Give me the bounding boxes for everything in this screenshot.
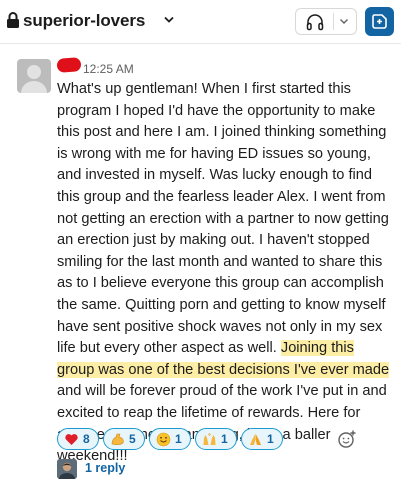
channel-header: superior-lovers [0, 0, 401, 44]
message-text: What's up gentleman! When I first starte… [57, 79, 395, 468]
smiling-face-icon [156, 432, 171, 447]
reaction-smiling-face[interactable]: 1 [149, 428, 191, 450]
reaction-count: 1 [267, 432, 274, 446]
reaction-count: 1 [221, 432, 228, 446]
lock-icon [7, 12, 19, 28]
message-timestamp[interactable]: 12:25 AM [83, 62, 134, 76]
heart-icon [65, 434, 78, 445]
reply-avatar[interactable] [57, 459, 77, 479]
huddle-button-group [295, 8, 357, 35]
reaction-heart[interactable]: 8 [57, 428, 99, 450]
reaction-count: 5 [129, 432, 136, 446]
headphones-icon[interactable] [305, 13, 325, 31]
chevron-down-icon[interactable] [339, 18, 349, 25]
thread-reply-link[interactable]: 1 reply [85, 461, 125, 475]
add-reaction-icon[interactable] [337, 429, 357, 449]
message-text-part: What's up gentleman! When I first starte… [57, 81, 389, 357]
avatar[interactable] [17, 59, 51, 93]
default-avatar-icon [21, 65, 47, 93]
flexed-biceps-icon [111, 433, 124, 445]
reaction-count: 8 [83, 432, 90, 446]
channel-name[interactable]: superior-lovers [23, 11, 145, 31]
chevron-down-icon[interactable] [164, 16, 174, 24]
message-text-part: and will be forever proud of the work I'… [57, 383, 387, 465]
sender-name-redacted [56, 57, 82, 73]
folded-hands-icon [250, 434, 261, 445]
canvas-icon [372, 14, 387, 29]
button-divider [333, 13, 334, 30]
raising-hands-icon [203, 432, 216, 445]
canvas-button[interactable] [365, 7, 394, 36]
reaction-raising-hands[interactable]: 1 [195, 428, 237, 450]
reaction-folded-hands[interactable]: 1 [241, 428, 283, 450]
user-photo-icon [57, 459, 77, 479]
reaction-flexed-biceps[interactable]: 5 [103, 428, 145, 450]
reaction-count: 1 [175, 432, 182, 446]
